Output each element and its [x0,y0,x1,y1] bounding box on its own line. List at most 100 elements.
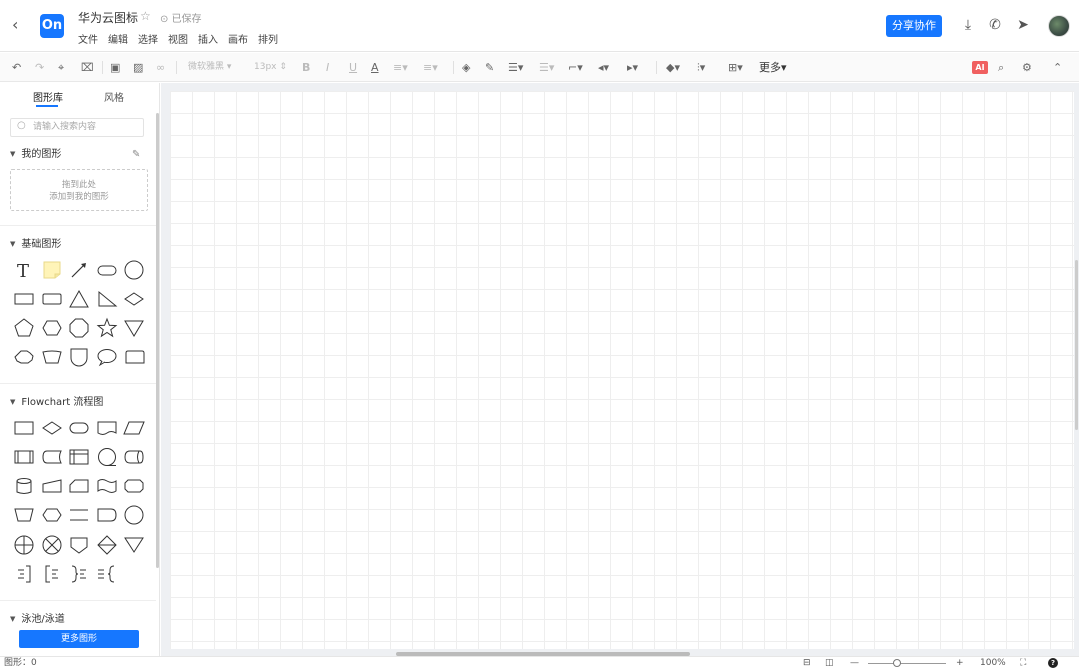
rectangle-rounded-shape[interactable] [41,288,63,310]
diamond-shape[interactable] [123,288,145,310]
arrow-start-icon[interactable]: ◂▾ [598,60,609,75]
sort-shape[interactable] [96,534,118,556]
more-button[interactable]: 更多▾ [759,60,787,75]
circle-shape[interactable] [123,259,145,281]
menu-edit[interactable]: 编辑 [108,31,128,46]
process-shape[interactable] [13,417,35,439]
menu-view[interactable]: 视图 [168,31,188,46]
download-icon[interactable]: ⤓ [959,16,977,34]
line-color-icon[interactable]: ✎ [485,60,494,75]
avatar[interactable] [1048,15,1070,37]
or-shape[interactable] [13,534,35,556]
redo-icon[interactable]: ↷ [35,60,44,75]
page-view-icon[interactable]: ⊟ [803,658,811,668]
text-shape[interactable]: T [13,259,35,281]
off-page-connector-shape[interactable] [68,534,90,556]
layer-icon[interactable]: ◆▾ [666,60,680,75]
menu-arrange[interactable]: 排列 [258,31,278,46]
callout-shape[interactable] [96,346,118,368]
manual-operation-shape[interactable] [13,504,35,526]
internal-storage-shape[interactable] [68,446,90,468]
zoom-slider-handle[interactable] [893,659,901,667]
connector-circle-shape[interactable] [123,504,145,526]
share-button[interactable]: 分享协作 [886,15,942,37]
zoom-in-icon[interactable]: + [956,658,964,668]
stored-data-shape[interactable] [41,446,63,468]
terminator-shape[interactable] [68,417,90,439]
tab-shape-library[interactable]: 图形库 [33,89,63,104]
parallel-mode-shape[interactable] [68,504,90,526]
section-my-shapes[interactable]: ▼ 我的图形 [10,145,61,160]
zoom-slider[interactable] [868,663,946,664]
arrow-end-icon[interactable]: ▸▾ [627,60,638,75]
line-width-icon[interactable]: ☰▾ [508,60,523,75]
note-shape[interactable] [41,259,63,281]
cloud-shape[interactable] [13,346,35,368]
phone-icon[interactable]: ✆ [986,16,1004,34]
right-triangle-shape[interactable] [96,288,118,310]
star-icon[interactable]: ☆ [140,9,151,23]
loop-limit-shape[interactable] [123,475,145,497]
font-size-select[interactable]: 13px ⇕ [254,60,287,75]
annotation-left-shape[interactable] [41,563,63,585]
line-spacing-icon[interactable]: ≡▾ [393,60,408,75]
card-shape[interactable] [123,346,145,368]
undo-icon[interactable]: ↶ [12,60,21,75]
shield-shape[interactable] [68,346,90,368]
bold-icon[interactable]: B [302,60,310,75]
display-shape[interactable] [123,446,145,468]
send-icon[interactable]: ➤ [1014,16,1032,34]
sequential-data-shape[interactable] [96,446,118,468]
menu-insert[interactable]: 插入 [198,31,218,46]
summing-junction-shape[interactable] [41,534,63,556]
align-icon[interactable]: ≡▾ [423,60,438,75]
clear-format-icon[interactable]: ⌧ [81,60,94,75]
brace-right-shape[interactable] [68,563,90,585]
pentagon-shape[interactable] [13,317,35,339]
collapse-toolbar-icon[interactable]: ⌃ [1053,60,1062,75]
drawing-canvas[interactable] [170,91,1074,649]
connector-icon[interactable]: ⌐▾ [568,60,583,75]
settings-sliders-icon[interactable]: ⚙ [1022,60,1032,75]
link-icon[interactable]: ∞ [156,60,165,75]
card-flow-shape[interactable] [68,475,90,497]
section-flowchart[interactable]: ▼ Flowchart 流程图 [10,393,103,408]
star-shape[interactable] [96,317,118,339]
font-family-select[interactable]: 微软雅黑 ▾ [188,60,231,75]
merge-shape[interactable] [123,534,145,556]
text-box-icon[interactable]: ▣ [110,60,120,75]
zoom-out-icon[interactable]: — [850,658,859,668]
app-logo[interactable]: On [40,14,64,38]
panel-scrollbar[interactable] [156,113,159,568]
delay-shape[interactable] [96,504,118,526]
tab-style[interactable]: 风格 [104,89,124,104]
format-painter-icon[interactable]: ⌖ [58,60,64,75]
octagon-shape[interactable] [68,317,90,339]
underline-icon[interactable]: U [349,60,357,75]
section-swimlane[interactable]: ▼ 泳池/泳道 [10,610,65,625]
preparation-shape[interactable] [41,504,63,526]
map-view-icon[interactable]: ◫ [825,658,834,668]
back-icon[interactable]: ‹ [12,16,28,34]
brace-left-shape[interactable] [96,563,118,585]
zoom-level[interactable]: 100% [980,658,1006,668]
my-shapes-dropzone[interactable]: 拖到此处 添加到我的图形 [10,169,148,211]
search-input[interactable]: 请输入搜索内容 [10,118,144,137]
triangle-shape[interactable] [68,288,90,310]
manual-input-shape[interactable] [41,475,63,497]
rounded-rect-shape[interactable] [96,259,118,281]
decision-shape[interactable] [41,417,63,439]
section-basic-shapes[interactable]: ▼ 基础图形 [10,235,61,250]
menu-canvas[interactable]: 画布 [228,31,248,46]
italic-icon[interactable]: I [326,60,329,75]
distribute-icon[interactable]: ⊞▾ [728,60,743,75]
line-style-icon[interactable]: ☰▾ [539,60,554,75]
font-color-icon[interactable]: A [371,60,379,75]
menu-select[interactable]: 选择 [138,31,158,46]
arrow-line-shape[interactable] [68,259,90,281]
more-shapes-button[interactable]: 更多图形 [19,630,139,648]
punched-tape-shape[interactable] [96,475,118,497]
document-shape[interactable] [96,417,118,439]
rectangle-shape[interactable] [13,288,35,310]
help-icon[interactable]: ? [1048,658,1058,668]
